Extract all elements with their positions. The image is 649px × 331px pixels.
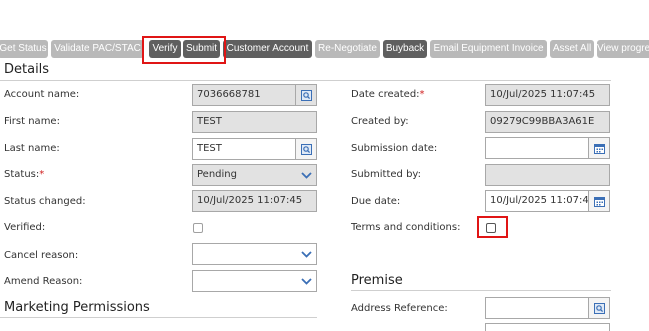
submission-date-picker-button[interactable] bbox=[588, 138, 609, 158]
marketing-heading: Marketing Permissions bbox=[4, 300, 150, 315]
account-name-field[interactable]: 7036668781 bbox=[192, 84, 317, 106]
created-by-label: Created by: bbox=[351, 116, 409, 127]
status-dropdown-toggle[interactable] bbox=[296, 165, 316, 185]
date-created-label-text: Date created: bbox=[351, 89, 420, 100]
status-label: Status:* bbox=[4, 169, 44, 180]
created-by-field[interactable]: 09279C99BBA3A61E bbox=[485, 111, 610, 133]
renegotiate-button[interactable]: Re-Negotiate bbox=[315, 40, 380, 58]
account-name-value: 7036668781 bbox=[197, 89, 261, 100]
premise-heading: Premise bbox=[351, 273, 403, 288]
details-heading: Details bbox=[4, 62, 50, 77]
status-required-mark: * bbox=[39, 169, 45, 180]
date-created-required-mark: * bbox=[419, 89, 425, 100]
cancel-reason-label: Cancel reason: bbox=[4, 250, 79, 261]
action-toolbar: Get Status Validate PAC/STAC Verify Subm… bbox=[0, 39, 649, 59]
submission-date-label: Submission date: bbox=[351, 143, 438, 154]
amend-reason-dropdown-toggle[interactable] bbox=[296, 271, 316, 291]
next-field-partial[interactable] bbox=[485, 323, 610, 331]
highlight-verify-submit bbox=[142, 36, 226, 64]
address-lookup-button[interactable] bbox=[588, 298, 609, 318]
calendar-icon bbox=[593, 196, 605, 207]
cancel-reason-select[interactable] bbox=[192, 243, 317, 265]
chevron-down-icon bbox=[300, 277, 312, 285]
amend-reason-select[interactable] bbox=[192, 270, 317, 292]
first-name-field[interactable]: TEST bbox=[192, 111, 317, 133]
get-status-button[interactable]: Get Status bbox=[0, 40, 48, 58]
due-date-picker-button[interactable] bbox=[588, 191, 609, 211]
chevron-down-icon bbox=[300, 171, 312, 179]
lookup-icon bbox=[593, 302, 605, 314]
last-name-lookup-button[interactable] bbox=[295, 139, 316, 159]
validate-pac-button[interactable]: Validate PAC/STAC bbox=[51, 40, 144, 58]
buyback-button[interactable]: Buyback bbox=[383, 40, 427, 58]
view-progress-button[interactable]: View progress bbox=[597, 40, 649, 58]
submitted-by-label: Submitted by: bbox=[351, 169, 421, 180]
account-lookup-button[interactable] bbox=[295, 85, 316, 105]
due-date-label: Due date: bbox=[351, 196, 401, 207]
cancel-reason-dropdown-toggle[interactable] bbox=[296, 244, 316, 264]
last-name-label: Last name: bbox=[4, 143, 60, 154]
submission-date-field[interactable] bbox=[485, 137, 610, 159]
verified-label: Verified: bbox=[4, 222, 46, 233]
terms-label: Terms and conditions: bbox=[351, 222, 461, 233]
date-created-label: Date created:* bbox=[351, 89, 425, 100]
marketing-divider bbox=[0, 317, 317, 318]
customer-account-button[interactable]: Customer Account bbox=[223, 40, 312, 58]
amend-reason-label: Amend Reason: bbox=[4, 276, 83, 287]
due-date-value: 10/Jul/2025 11:07:45 bbox=[490, 195, 596, 206]
last-name-value: TEST bbox=[197, 143, 222, 154]
highlight-terms bbox=[477, 216, 508, 238]
date-created-field[interactable]: 10/Jul/2025 11:07:45 bbox=[485, 84, 610, 106]
status-value: Pending bbox=[197, 169, 237, 180]
last-name-field[interactable]: TEST bbox=[192, 138, 317, 160]
status-changed-label: Status changed: bbox=[4, 196, 86, 207]
address-reference-label: Address Reference: bbox=[351, 303, 448, 314]
due-date-field[interactable]: 10/Jul/2025 11:07:45 bbox=[485, 190, 610, 212]
calendar-icon bbox=[593, 143, 605, 154]
status-label-text: Status: bbox=[4, 169, 40, 180]
address-reference-field[interactable] bbox=[485, 297, 610, 319]
first-name-label: First name: bbox=[4, 116, 60, 127]
status-select[interactable]: Pending bbox=[192, 164, 317, 186]
submitted-by-field[interactable] bbox=[485, 164, 610, 186]
asset-all-button[interactable]: Asset All bbox=[550, 40, 594, 58]
lookup-icon bbox=[300, 89, 312, 101]
premise-divider bbox=[351, 290, 611, 291]
account-name-label: Account name: bbox=[4, 89, 80, 100]
verified-checkbox[interactable] bbox=[193, 223, 203, 233]
chevron-down-icon bbox=[300, 250, 312, 258]
lookup-icon bbox=[300, 143, 312, 155]
status-changed-field[interactable]: 10/Jul/2025 11:07:45 bbox=[192, 190, 317, 212]
email-invoice-button[interactable]: Email Equipment Invoice bbox=[430, 40, 547, 58]
details-divider bbox=[0, 80, 611, 81]
